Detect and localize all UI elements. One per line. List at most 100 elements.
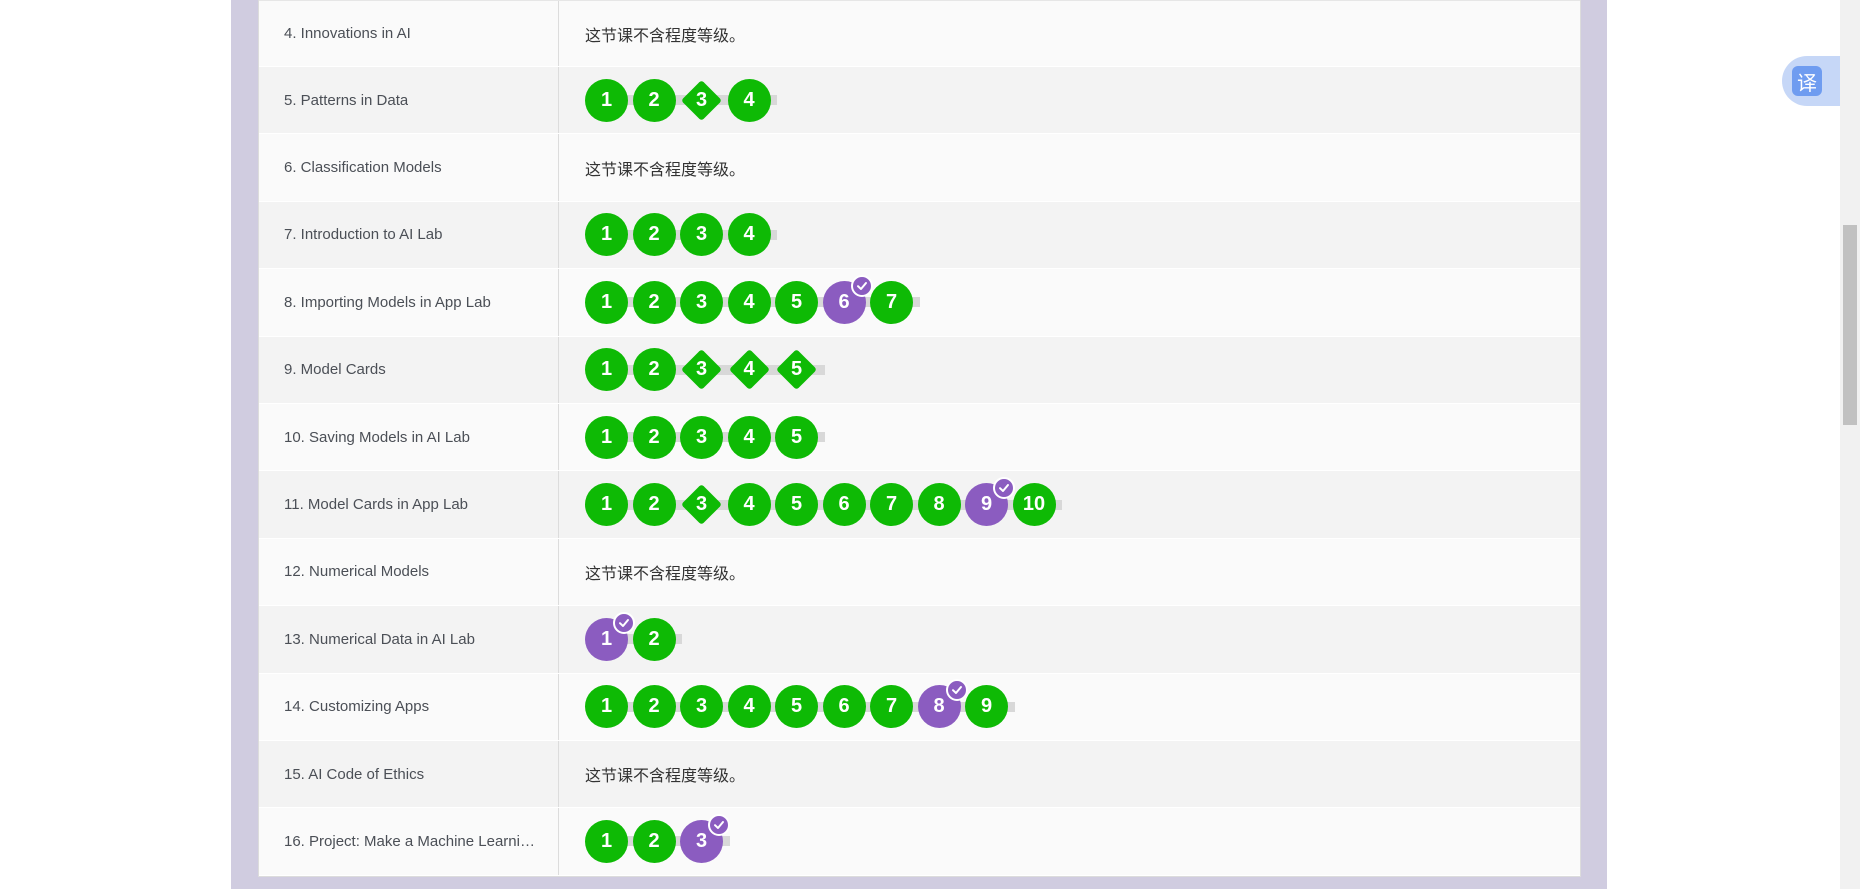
level-number: 4 <box>743 425 755 448</box>
lesson-name-cell[interactable]: 7. Introduction to AI Lab <box>259 201 559 269</box>
lesson-name-cell[interactable]: 9. Model Cards <box>259 336 559 403</box>
no-levels-message: 这节课不含程度等级。 <box>585 159 746 179</box>
lesson-name-cell[interactable]: 15. AI Code of Ethics <box>259 740 559 808</box>
level-number: 6 <box>838 695 850 718</box>
level-bubble[interactable]: 1 <box>585 819 628 863</box>
level-bubble[interactable]: 4 <box>727 685 771 729</box>
level-bubble[interactable]: 4 <box>727 280 771 324</box>
level-bubble[interactable]: 2 <box>632 415 676 459</box>
level-number: 9 <box>980 493 993 516</box>
lesson-name[interactable]: 5. Patterns in Data <box>284 92 408 109</box>
level-bubble[interactable]: 5 <box>775 348 818 391</box>
level-bubble[interactable]: 6 <box>822 483 866 527</box>
lesson-name-cell[interactable]: 13. Numerical Data in AI Lab <box>259 606 559 673</box>
level-bubble[interactable]: 4 <box>727 483 771 527</box>
level-bubble[interactable]: 1 <box>585 483 628 527</box>
level-bubble[interactable]: 10 <box>1012 483 1056 527</box>
progress-cell: 这节课不含程度等级。 <box>559 134 1580 200</box>
level-bubble[interactable]: 4 <box>728 348 771 391</box>
level-bubble[interactable]: 3 <box>680 685 723 729</box>
level-bubble[interactable]: 7 <box>870 685 913 729</box>
lesson-name[interactable]: 10. Saving Models in AI Lab <box>284 429 470 446</box>
checkmark-icon <box>945 679 968 702</box>
progress-cell: 这节课不含程度等级。 <box>559 741 1580 807</box>
level-bubble[interactable]: 1 <box>585 78 628 122</box>
level-bubble[interactable]: 2 <box>632 78 676 122</box>
level-bubble[interactable]: 1 <box>585 415 628 459</box>
lesson-name[interactable]: 15. AI Code of Ethics <box>284 766 424 783</box>
level-bubble[interactable]: 3 <box>680 213 723 257</box>
lesson-name-cell[interactable]: 14. Customizing Apps <box>259 673 559 740</box>
level-bubble[interactable]: 9 <box>965 477 1015 527</box>
level-bubble[interactable]: 5 <box>775 685 818 729</box>
table-row: 11. Model Cards in App Lab 1 2 3 4 5 6 7 8 9 10 <box>259 471 1580 539</box>
progress-cell: 1 2 3 4 <box>559 67 1580 133</box>
level-bubble[interactable]: 2 <box>632 348 676 392</box>
lesson-name-cell[interactable]: 11. Model Cards in App Lab <box>259 471 559 538</box>
lesson-name[interactable]: 14. Customizing Apps <box>284 698 429 715</box>
level-bubble[interactable]: 7 <box>870 280 913 324</box>
lesson-name[interactable]: 8. Importing Models in App Lab <box>284 294 491 311</box>
level-number: 3 <box>695 829 708 852</box>
level-bubble[interactable]: 3 <box>680 483 723 526</box>
level-bubble[interactable]: 2 <box>632 483 676 527</box>
level-bubble[interactable]: 1 <box>585 685 628 729</box>
lesson-name[interactable]: 4. Innovations in AI <box>284 25 411 42</box>
progress-cell: 1 2 3 4 5 6 7 8 9 10 <box>559 471 1580 537</box>
lesson-name[interactable]: 9. Model Cards <box>284 361 386 378</box>
level-bubble[interactable]: 2 <box>632 617 676 661</box>
progress-cell: 1 2 3 4 5 6 7 8 9 <box>559 674 1580 740</box>
translate-button[interactable]: 译 <box>1782 56 1840 106</box>
lesson-name-cell[interactable]: 10. Saving Models in AI Lab <box>259 403 559 471</box>
lesson-name[interactable]: 11. Model Cards in App Lab <box>284 496 468 513</box>
level-bubble[interactable]: 8 <box>917 679 968 729</box>
level-bubble[interactable]: 2 <box>632 213 676 257</box>
level-number: 5 <box>790 695 803 718</box>
level-bubble[interactable]: 3 <box>680 813 730 863</box>
level-bubble[interactable]: 2 <box>632 280 676 324</box>
level-bubble[interactable]: 1 <box>585 280 628 324</box>
lesson-name[interactable]: 12. Numerical Models <box>284 563 429 580</box>
level-bubble[interactable]: 5 <box>775 280 818 324</box>
level-bubble[interactable]: 9 <box>965 685 1008 729</box>
lesson-name[interactable]: 6. Classification Models <box>284 159 442 176</box>
level-bubble[interactable]: 1 <box>585 611 635 661</box>
level-bubble[interactable]: 2 <box>632 685 676 729</box>
level-bubble[interactable]: 1 <box>585 213 628 257</box>
level-bubble[interactable]: 4 <box>727 213 771 257</box>
lesson-name-cell[interactable]: 4. Innovations in AI <box>259 1 559 66</box>
level-bubble[interactable]: 6 <box>822 274 873 324</box>
level-number: 1 <box>600 829 613 852</box>
progress-cell: 这节课不含程度等级。 <box>559 1 1580 66</box>
progress-cell: 1 2 3 <box>559 808 1580 874</box>
lesson-name-cell[interactable]: 5. Patterns in Data <box>259 67 559 134</box>
lesson-name-cell[interactable]: 16. Project: Make a Machine Learnin... <box>259 808 559 875</box>
lesson-name[interactable]: 7. Introduction to AI Lab <box>284 226 442 243</box>
level-bubble[interactable]: 6 <box>822 685 866 729</box>
level-number: 4 <box>743 358 755 381</box>
scrollbar-thumb[interactable] <box>1843 225 1857 425</box>
lesson-name-cell[interactable]: 6. Classification Models <box>259 134 559 201</box>
lesson-progress-table: 4. Innovations in AI 这节课不含程度等级。 5. Pattern… <box>258 0 1581 877</box>
lesson-name[interactable]: 16. Project: Make a Machine Learnin... <box>284 833 539 850</box>
scrollbar[interactable] <box>1840 0 1860 889</box>
level-bubble[interactable]: 8 <box>917 483 961 527</box>
level-bubble[interactable]: 5 <box>775 415 818 459</box>
level-number: 7 <box>885 493 898 516</box>
level-bubble[interactable]: 1 <box>585 348 628 392</box>
level-number: 4 <box>743 88 755 111</box>
level-number: 5 <box>790 425 803 448</box>
level-bubble[interactable]: 7 <box>870 483 913 527</box>
level-bubble[interactable]: 2 <box>632 819 676 863</box>
lesson-name-cell[interactable]: 12. Numerical Models <box>259 538 559 606</box>
lesson-name[interactable]: 13. Numerical Data in AI Lab <box>284 631 475 648</box>
level-bubble[interactable]: 4 <box>727 415 771 459</box>
level-bubble[interactable]: 3 <box>680 79 723 122</box>
level-number: 6 <box>838 290 850 313</box>
level-bubble[interactable]: 3 <box>680 348 723 391</box>
level-bubble[interactable]: 3 <box>680 415 723 459</box>
level-bubble[interactable]: 3 <box>680 280 723 324</box>
level-bubble[interactable]: 5 <box>775 483 818 527</box>
level-bubble[interactable]: 4 <box>727 78 771 122</box>
lesson-name-cell[interactable]: 8. Importing Models in App Lab <box>259 269 559 336</box>
